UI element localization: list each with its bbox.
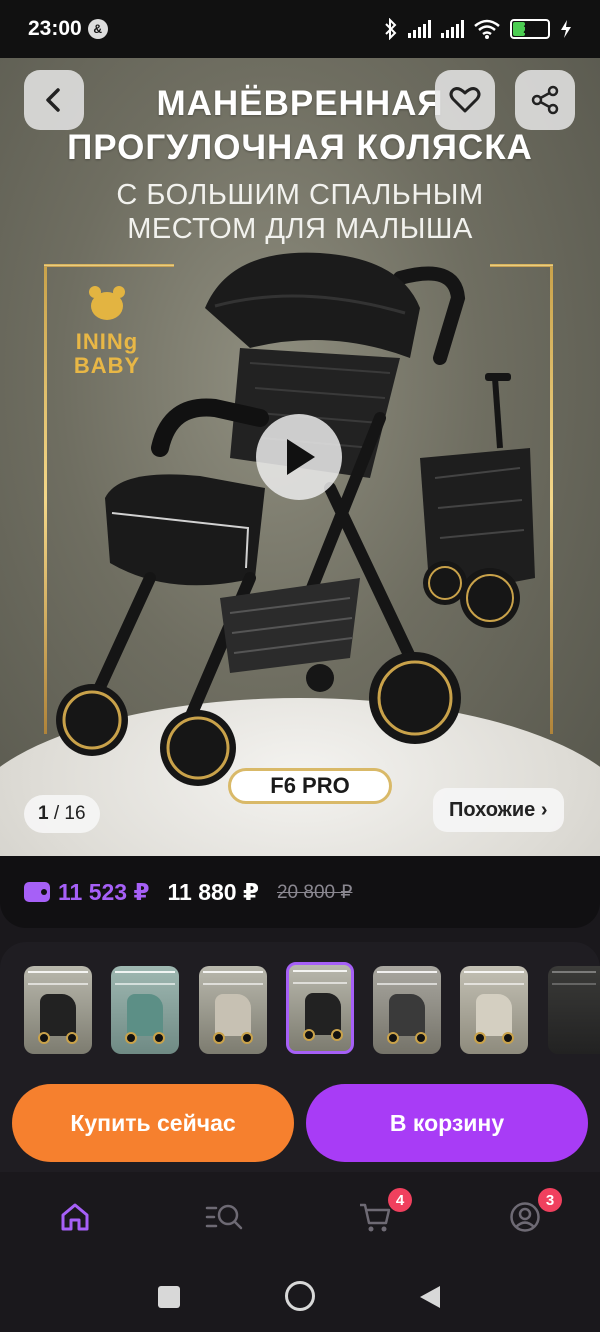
share-button[interactable]	[515, 70, 575, 130]
nav-catalog[interactable]	[201, 1194, 247, 1240]
bottom-navigation: 4 3	[0, 1172, 600, 1264]
thumbnail[interactable]	[24, 966, 92, 1054]
thumbnail-active[interactable]	[286, 962, 354, 1054]
play-video-button[interactable]	[256, 414, 342, 500]
purchase-actions: Купить сейчас В корзину	[0, 1074, 600, 1172]
current-price: 11 880 ₽	[167, 878, 259, 905]
chevron-left-icon	[46, 88, 60, 112]
wallet-price: 11 523 ₽	[58, 878, 150, 905]
image-page-counter: 1 / 16	[24, 795, 100, 833]
assistant-badge-icon: &	[87, 19, 108, 39]
similar-products-button[interactable]: Похожие ›	[433, 788, 564, 832]
old-price: 20 800 ₽	[276, 881, 353, 903]
nav-cart[interactable]: 4	[352, 1188, 412, 1240]
cart-icon	[360, 1203, 391, 1232]
favorite-button[interactable]	[435, 70, 495, 130]
recents-icon[interactable]	[158, 1286, 180, 1308]
model-badge: F6 PRO	[228, 768, 392, 804]
image-page-current: 1	[38, 803, 49, 824]
thumbnail[interactable]	[373, 966, 441, 1054]
home-circle-icon[interactable]	[285, 1281, 315, 1311]
back-button[interactable]	[24, 70, 84, 130]
thumbnail[interactable]	[199, 966, 267, 1054]
thumbnail-strip[interactable]	[0, 942, 600, 1074]
buy-now-button[interactable]: Купить сейчас	[12, 1084, 294, 1162]
image-page-total: / 16	[53, 803, 86, 824]
battery-icon: 21	[510, 19, 550, 39]
back-triangle-icon[interactable]	[418, 1284, 442, 1315]
profile-icon	[510, 1202, 540, 1232]
thumbnail[interactable]	[548, 966, 600, 1054]
cart-badge: 4	[388, 1188, 412, 1212]
wallet-icon	[24, 882, 50, 902]
battery-level: 21	[523, 22, 537, 36]
home-icon	[61, 1203, 89, 1231]
signal-icon	[441, 20, 464, 38]
add-to-cart-button[interactable]: В корзину	[306, 1084, 588, 1162]
status-icons: 21	[384, 18, 572, 40]
charging-icon	[561, 20, 571, 38]
share-icon	[531, 85, 559, 115]
nav-home[interactable]	[52, 1194, 98, 1240]
product-image-gallery[interactable]: МАНЁВРЕННАЯ ПРОГУЛОЧНАЯ КОЛЯСКА С БОЛЬШИ…	[0, 58, 600, 856]
wifi-icon	[474, 19, 500, 39]
thumbnail[interactable]	[460, 966, 528, 1054]
status-bar: 23:00 & 21	[0, 0, 600, 58]
price-bar: 11 523 ₽ 11 880 ₽ 20 800 ₽	[0, 856, 600, 928]
status-time: 23:00	[28, 17, 82, 40]
signal-icon	[408, 20, 431, 38]
nav-profile[interactable]: 3	[502, 1188, 562, 1240]
system-navigation	[0, 1264, 600, 1332]
play-icon	[287, 439, 315, 475]
heart-icon	[449, 87, 481, 113]
bluetooth-icon	[385, 18, 397, 40]
profile-badge: 3	[538, 1188, 562, 1212]
catalog-search-icon	[205, 1204, 243, 1230]
thumbnail[interactable]	[111, 966, 179, 1054]
